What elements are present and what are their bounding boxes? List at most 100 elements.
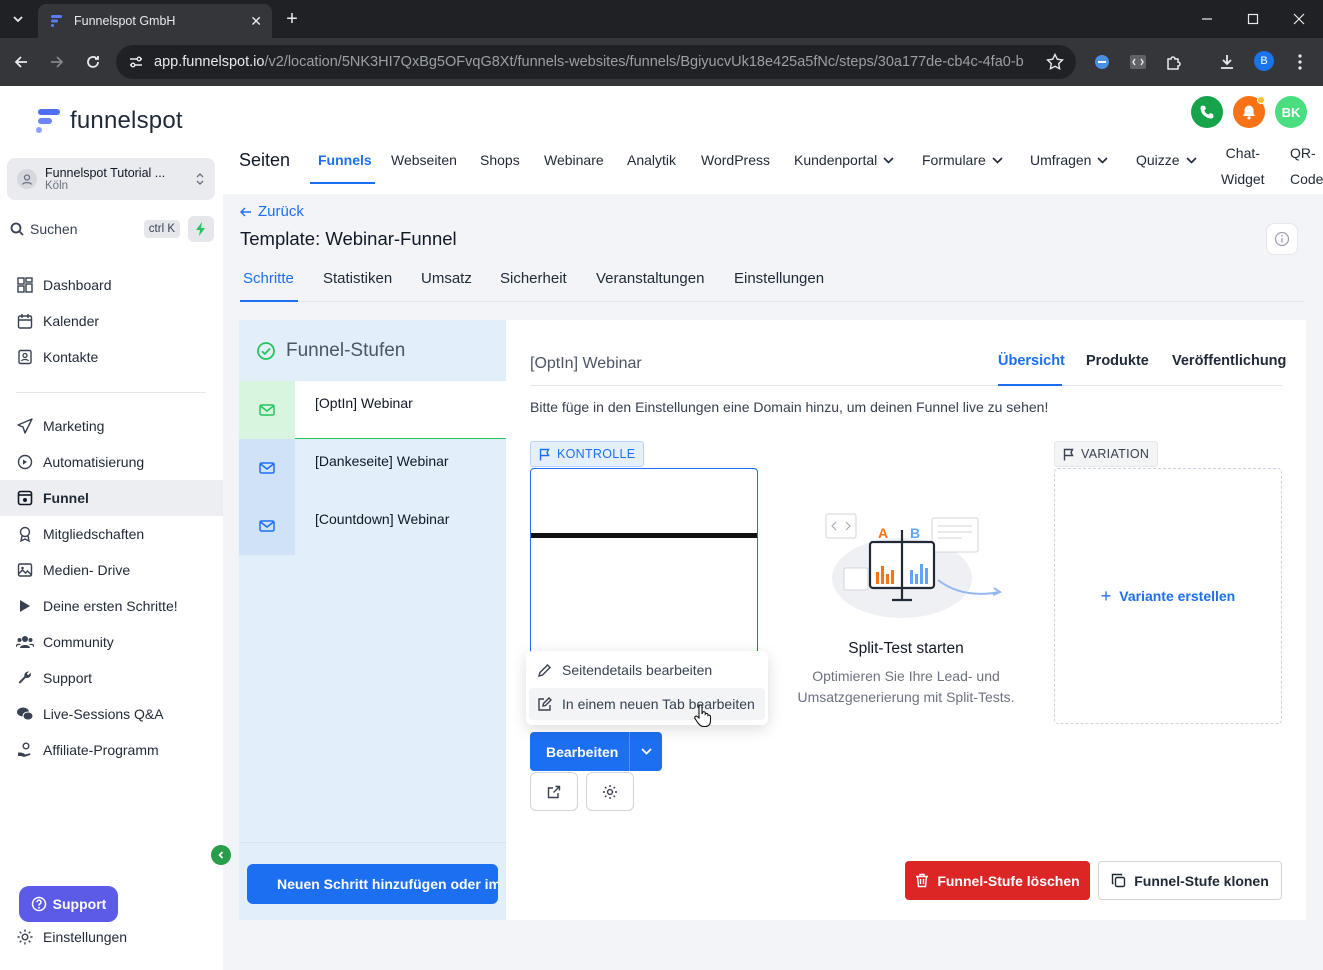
topnav-qr-code[interactable]: QR- Code [1290, 140, 1323, 192]
topnav-quizze[interactable]: Quizze [1136, 152, 1197, 168]
tab-uebersicht[interactable]: Übersicht [998, 353, 1065, 369]
users-icon [16, 633, 34, 651]
edit-button[interactable]: Bearbeiten [546, 744, 618, 760]
step-item-optin[interactable]: [OptIn] Webinar [239, 381, 506, 448]
sidebar-item-community[interactable]: Community [0, 624, 223, 660]
phone-button[interactable] [1191, 96, 1223, 128]
location-switcher[interactable]: Funnelspot Tutorial ... Köln [7, 158, 215, 200]
topnav-wordpress[interactable]: WordPress [701, 152, 770, 168]
topnav-webseiten[interactable]: Webseiten [391, 152, 457, 168]
topnav-funnels[interactable]: Funnels [318, 152, 372, 168]
sidebar-item-affiliate[interactable]: Affiliate-Programm [0, 732, 223, 768]
extension-icon[interactable] [1090, 50, 1114, 74]
quick-actions-button[interactable] [188, 216, 214, 242]
menu-item-edit-page-details[interactable]: Seitendetails bearbeiten [529, 654, 765, 686]
step-settings-button[interactable] [586, 772, 634, 811]
tab-umsatz[interactable]: Umsatz [421, 270, 472, 287]
user-avatar[interactable]: BK [1275, 96, 1307, 128]
address-bar[interactable]: app.funnelspot.io/v2/location/5NK3HI7QxB… [116, 45, 1076, 79]
topnav-shops[interactable]: Shops [480, 152, 520, 168]
sidebar-item-dashboard[interactable]: Dashboard [0, 267, 223, 303]
browser-tab[interactable]: Funnelspot GmbH ✕ [38, 4, 272, 38]
puzzle-icon[interactable] [1162, 50, 1186, 74]
step-item-dankeseite[interactable]: [Dankeseite] Webinar [239, 439, 506, 506]
info-button[interactable] [1266, 223, 1298, 255]
brand-logo[interactable]: funnelspot [34, 106, 183, 136]
delete-step-button[interactable]: Funnel-Stufe löschen [905, 861, 1090, 900]
profile-avatar[interactable]: B [1254, 51, 1274, 71]
topnav-quizze-label: Quizze [1136, 152, 1180, 168]
tab-close-icon[interactable]: ✕ [250, 13, 262, 30]
menu-item-edit-new-tab[interactable]: In einem neuen Tab bearbeiten [529, 688, 765, 720]
add-step-button[interactable]: Neuen Schritt hinzufügen oder importiere… [247, 864, 498, 904]
create-variant-area[interactable]: + Variante erstellen [1054, 468, 1282, 724]
tab-sicherheit[interactable]: Sicherheit [500, 270, 567, 287]
sidebar-item-support[interactable]: Support [0, 660, 223, 696]
clone-step-label: Funnel-Stufe klonen [1134, 872, 1269, 889]
edit-dropdown-toggle[interactable] [630, 732, 662, 771]
topnav-analytik[interactable]: Analytik [627, 152, 676, 168]
open-external-button[interactable] [530, 772, 578, 811]
url-path: /v2/location/5NK3HI7QxBg5OFvqG8Xt/funnel… [264, 54, 1024, 70]
download-icon[interactable] [1215, 50, 1239, 74]
check-circle-icon [257, 341, 275, 360]
notifications-button[interactable] [1233, 96, 1265, 128]
sidebar-search[interactable]: Suchen ctrl K [10, 216, 180, 242]
tab-search-button[interactable] [6, 7, 30, 31]
section-title: Seiten [239, 150, 291, 170]
sidebar-item-kontakte[interactable]: Kontakte [0, 339, 223, 375]
new-tab-button[interactable]: + [280, 7, 304, 31]
tab-veroeffentlichung[interactable]: Veröffentlichung [1172, 353, 1286, 369]
sidebar-item-einstellungen[interactable]: Einstellungen [16, 928, 127, 946]
sidebar-item-funnel[interactable]: Funnel [0, 480, 223, 516]
tab-statistiken[interactable]: Statistiken [323, 270, 392, 287]
sidebar-item-label: Kalender [43, 313, 100, 329]
steps-title: Funnel-Stufen [286, 339, 406, 361]
topnav-formulare[interactable]: Formulare [922, 152, 1003, 168]
back-link[interactable]: Zurück [240, 203, 304, 220]
sidebar-item-label: Automatisierung [43, 454, 145, 470]
page-preview-thumbnail[interactable] [530, 468, 758, 658]
send-icon [16, 417, 34, 435]
close-window-icon[interactable] [1288, 8, 1310, 30]
topnav-chat-widget[interactable]: Chat- Widget [1221, 140, 1265, 192]
tab-schritte[interactable]: Schritte [243, 270, 294, 287]
step-item-countdown[interactable]: [Countdown] Webinar [239, 497, 506, 555]
support-button[interactable]: Support [19, 886, 118, 922]
tab-einstellungen[interactable]: Einstellungen [734, 270, 824, 287]
sidebar-item-mitgliedschaften[interactable]: Mitgliedschaften [0, 516, 223, 552]
topnav-webinare[interactable]: Webinare [544, 152, 604, 168]
reload-icon[interactable] [81, 50, 105, 74]
wrench-icon [16, 669, 34, 687]
topnav-umfragen[interactable]: Umfragen [1030, 152, 1109, 168]
chevron-down-icon [13, 16, 23, 23]
maximize-icon[interactable] [1242, 8, 1264, 30]
sidebar-item-medien-drive[interactable]: Medien- Drive [0, 552, 223, 588]
split-test-illustration-icon: A B [825, 513, 1003, 618]
support-button-label: Support [52, 896, 107, 912]
code-extension-icon[interactable] [1126, 50, 1150, 74]
funnel-icon [16, 489, 34, 507]
chevron-updown-icon [195, 171, 205, 187]
sidebar-item-erste-schritte[interactable]: Deine ersten Schritte! [0, 588, 223, 624]
sidebar-item-label: Live-Sessions Q&A [43, 706, 164, 722]
sidebar-item-automatisierung[interactable]: Automatisierung [0, 444, 223, 480]
sidebar-item-kalender[interactable]: Kalender [0, 303, 223, 339]
image-icon [16, 561, 34, 579]
automation-icon [16, 453, 34, 471]
sidebar-item-marketing[interactable]: Marketing [0, 408, 223, 444]
browser-tabbar: Funnelspot GmbH ✕ + [0, 0, 1323, 38]
back-arrow-icon[interactable] [9, 50, 33, 74]
minimize-icon[interactable] [1196, 8, 1218, 30]
clone-step-button[interactable]: Funnel-Stufe klonen [1098, 861, 1282, 900]
funnel-tabs: Schritte Statistiken Umsatz Sicherheit V… [240, 270, 1304, 302]
sidebar-item-live-sessions[interactable]: Live-Sessions Q&A [0, 696, 223, 732]
tab-produkte[interactable]: Produkte [1086, 353, 1149, 369]
collapse-sidebar-button[interactable] [211, 845, 231, 865]
kebab-menu-icon[interactable] [1288, 50, 1312, 74]
tab-veranstaltungen[interactable]: Veranstaltungen [596, 270, 704, 287]
search-label: Suchen [30, 221, 78, 237]
top-navigation: BK Seiten Funnels Webseiten Shops Webina… [223, 86, 1323, 194]
forward-arrow-icon[interactable] [45, 50, 69, 74]
topnav-kundenportal[interactable]: Kundenportal [794, 152, 894, 168]
